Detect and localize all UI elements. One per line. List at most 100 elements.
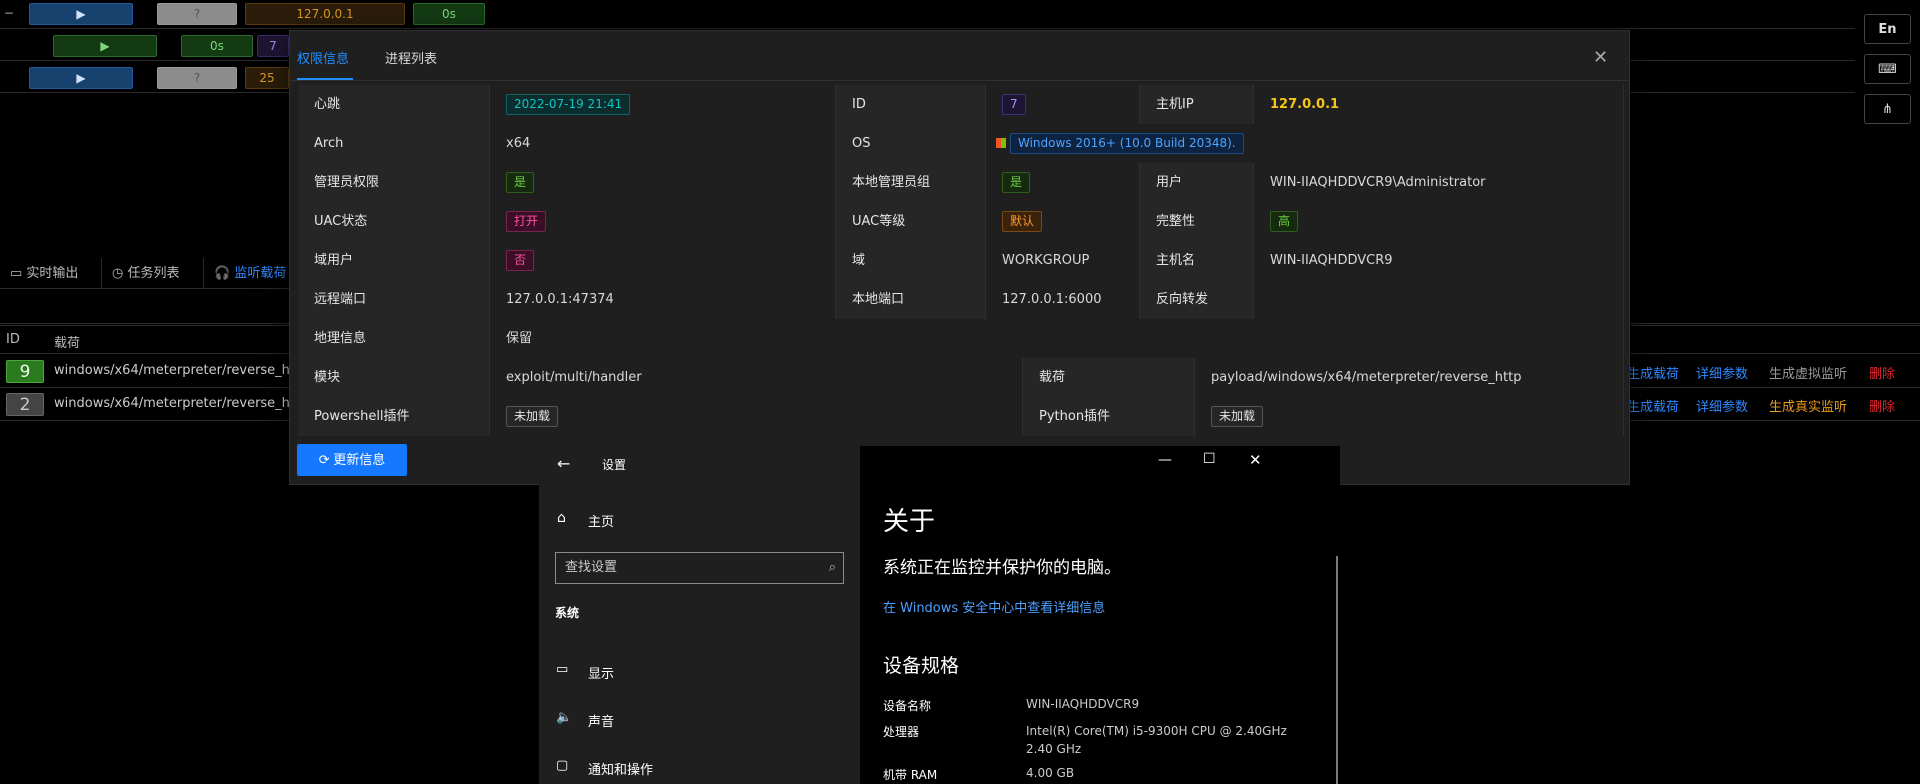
ip-badge: 25	[245, 67, 289, 89]
value-text: exploit/multi/handler	[506, 370, 642, 385]
row-id: 9	[6, 360, 44, 383]
label-text: Python插件	[1039, 409, 1111, 424]
value-tag: 默认	[1002, 211, 1043, 232]
info-label: 本地端口	[836, 280, 986, 319]
tab-ink-bar	[297, 78, 353, 80]
delete-link[interactable]: 删除	[1869, 396, 1895, 415]
detail-params-link[interactable]: 详细参数	[1696, 396, 1748, 415]
display-icon: ▭	[556, 662, 569, 677]
time-badge: 0s	[413, 3, 485, 25]
info-label: 域	[836, 241, 986, 280]
label-text: 模块	[314, 370, 341, 385]
play-icon[interactable]: ▶	[29, 67, 133, 89]
info-value: WORKGROUP	[986, 241, 1140, 280]
info-row: 地理信息 保留	[298, 319, 1624, 358]
nav-sound[interactable]: 声音	[588, 711, 614, 730]
info-row: UAC状态 打开 UAC等级 默认 完整性 高	[298, 202, 1624, 241]
settings-sidebar: ← 设置 ⌂ 主页 查找设置 ⌕ 系统 ▭ 显示 🔈 声音 ▢ 通知和操作	[539, 446, 860, 784]
label-text: 用户	[1156, 175, 1183, 190]
label-text: 反向转发	[1156, 292, 1209, 307]
unknown-badge: ?	[157, 67, 237, 89]
info-value: WIN-IIAQHDDVCR9\Administrator	[1254, 163, 1624, 202]
label-text: 域	[852, 253, 866, 268]
label-text: 本地管理员组	[852, 175, 931, 190]
info-row: 模块 exploit/multi/handler 载荷 payload/windows…	[298, 358, 1624, 397]
info-value: Windows 2016+ (10.0 Build 20348).	[986, 124, 1624, 163]
virtual-listener-link[interactable]: 生成虚拟监听	[1769, 363, 1847, 382]
label-text: UAC状态	[314, 214, 368, 229]
spec-key: 机带 RAM	[883, 768, 938, 782]
value-tag: 是	[1002, 172, 1031, 193]
value-text: WIN-IIAQHDDVCR9	[1270, 253, 1393, 268]
tab-realtime-output[interactable]: ▭ 实时输出	[0, 258, 102, 289]
minimize-icon[interactable]: —	[1158, 452, 1172, 468]
info-label: 模块	[298, 358, 490, 397]
info-value: 默认	[986, 202, 1140, 241]
tab-label: 监听载荷	[234, 266, 287, 281]
nav-home[interactable]: 主页	[588, 511, 614, 530]
value-text: 保留	[506, 331, 533, 346]
info-label: 心跳	[298, 85, 490, 124]
network-icon[interactable]: ⋔	[1864, 94, 1911, 124]
label-text: Powershell插件	[314, 409, 410, 424]
info-value: 127.0.0.1:47374	[490, 280, 836, 319]
info-value: 是	[986, 163, 1140, 202]
label-text: 域用户	[314, 253, 354, 268]
search-icon: ⌕	[828, 560, 836, 575]
settings-search-input[interactable]: 查找设置 ⌕	[555, 552, 844, 584]
row-payload: windows/x64/meterpreter/reverse_http	[54, 363, 309, 378]
info-label: 域用户	[298, 241, 490, 280]
security-center-link[interactable]: 在 Windows 安全中心中查看详细信息	[883, 597, 1105, 616]
section-system: 系统	[555, 606, 580, 620]
modal-tabs: 权限信息 进程列表 ✕	[290, 31, 1629, 81]
label-text: 主机名	[1156, 253, 1196, 268]
refresh-label: 更新信息	[333, 452, 386, 467]
label-text: 载荷	[1039, 370, 1066, 385]
tab-process-list[interactable]: 进程列表	[385, 48, 437, 67]
tab-permission-info[interactable]: 权限信息	[297, 48, 349, 67]
info-label: 本地管理员组	[836, 163, 986, 202]
spec-value: WIN-IIAQHDDVCR9	[1026, 697, 1140, 711]
tab-label: 实时输出	[26, 266, 79, 281]
value-text: x64	[506, 136, 531, 151]
info-row: Arch x64 OS Windows 2016+ (10.0 Build 20348…	[298, 124, 1624, 163]
detail-params-link[interactable]: 详细参数	[1696, 363, 1748, 382]
info-value: x64	[490, 124, 836, 163]
play-icon[interactable]: ▶	[29, 3, 133, 25]
info-value: 未加载	[490, 397, 1023, 436]
info-value	[1254, 280, 1624, 319]
scrollbar[interactable]	[1336, 556, 1338, 784]
info-value: 2022-07-19 21:41	[490, 85, 836, 124]
delete-link[interactable]: 删除	[1869, 363, 1895, 382]
spec-title: 设备规格	[883, 655, 960, 677]
back-arrow-icon[interactable]: ←	[557, 454, 570, 473]
nav-display[interactable]: 显示	[588, 663, 614, 682]
language-button[interactable]: En	[1864, 14, 1911, 44]
row-payload: windows/x64/meterpreter/reverse_http	[54, 396, 309, 411]
maximize-icon[interactable]: ☐	[1203, 451, 1216, 467]
real-listener-link[interactable]: 生成真实监听	[1769, 396, 1847, 415]
value-text: WIN-IIAQHDDVCR9\Administrator	[1270, 175, 1486, 190]
info-value: 保留	[490, 319, 1624, 358]
info-value: payload/windows/x64/meterpreter/reverse_…	[1195, 358, 1624, 397]
tab-task-list[interactable]: ◷ 任务列表	[102, 258, 204, 289]
terminal-icon[interactable]: ⌨	[1864, 54, 1911, 84]
play-icon[interactable]: ▶	[53, 35, 157, 57]
info-value: 打开	[490, 202, 836, 241]
generate-payload-link[interactable]: 生成载荷	[1627, 396, 1679, 415]
settings-about-pane: — ☐ ✕ 关于 系统正在监控并保护你的电脑。 在 Windows 安全中心中查…	[860, 446, 1340, 784]
nav-notifications[interactable]: 通知和操作	[588, 759, 653, 778]
info-value: exploit/multi/handler	[490, 358, 1023, 397]
close-icon[interactable]: ✕	[1249, 451, 1262, 469]
info-label: 地理信息	[298, 319, 490, 358]
label-text: 完整性	[1156, 214, 1196, 229]
refresh-info-button[interactable]: ⟳ 更新信息	[297, 444, 407, 476]
label-text: 主机IP	[1156, 97, 1194, 112]
value-tag: 7	[1002, 94, 1026, 115]
windows-logo-icon	[996, 138, 1006, 148]
info-value: 是	[490, 163, 836, 202]
tab-listener-payload[interactable]: 🎧 监听载荷	[204, 258, 300, 289]
info-value: 127.0.0.1:6000	[986, 280, 1140, 319]
generate-payload-link[interactable]: 生成载荷	[1627, 363, 1679, 382]
close-icon[interactable]: ✕	[1593, 49, 1608, 67]
